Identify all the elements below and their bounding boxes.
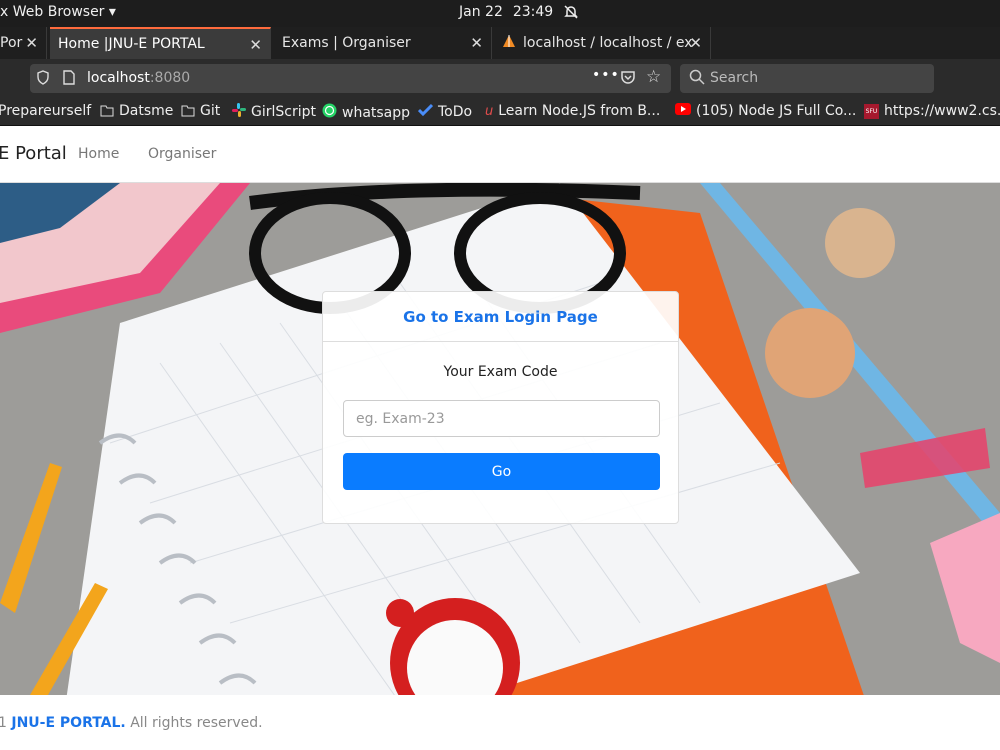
tab-label: Exams | Organiser bbox=[282, 35, 411, 51]
folder-icon bbox=[100, 105, 114, 117]
folder-icon bbox=[181, 105, 195, 117]
tab-label: Por bbox=[0, 35, 23, 51]
tab-strip: Por ✕ Home |JNU-E PORTAL ✕ Exams | Organ… bbox=[0, 27, 1000, 79]
nav-toolbar: localhost:8080 ••• ☆ Search bbox=[0, 59, 1000, 98]
slack-icon bbox=[232, 103, 246, 121]
bookmark-whatsapp[interactable]: whatsapp bbox=[322, 103, 410, 122]
page-icon[interactable] bbox=[63, 70, 75, 89]
url-host: localhost bbox=[87, 70, 150, 86]
footer-brand-link[interactable]: JNU-E PORTAL. bbox=[11, 715, 125, 731]
clock[interactable]: Jan 22 23:49 bbox=[459, 4, 579, 20]
close-icon[interactable]: ✕ bbox=[249, 36, 262, 54]
sail-icon bbox=[501, 34, 517, 52]
tab-exams[interactable]: Exams | Organiser ✕ bbox=[272, 27, 492, 59]
clock-time: 23:49 bbox=[512, 4, 554, 20]
bookmark-label: GirlScript bbox=[251, 104, 316, 120]
copyright-suffix: All rights reserved. bbox=[125, 715, 263, 731]
site-brand[interactable]: E Portal bbox=[0, 143, 67, 164]
url-text[interactable]: localhost:8080 bbox=[87, 70, 190, 86]
shield-icon[interactable] bbox=[37, 70, 49, 89]
youtube-icon bbox=[675, 103, 691, 119]
bookmark-label: Git bbox=[200, 103, 221, 119]
bookmark-node-course[interactable]: (105) Node JS Full Co... bbox=[675, 103, 856, 119]
go-button[interactable]: Go bbox=[343, 453, 660, 490]
search-box[interactable]: Search bbox=[680, 64, 934, 93]
search-placeholder: Search bbox=[710, 70, 759, 86]
exam-login-link[interactable]: Go to Exam Login Page bbox=[403, 308, 598, 326]
udemy-icon: u bbox=[485, 103, 494, 119]
close-icon[interactable]: ✕ bbox=[25, 34, 38, 52]
system-top-bar: x Web Browser ▾ Jan 22 23:49 bbox=[0, 0, 1000, 27]
copyright-prefix: 1 bbox=[0, 715, 7, 731]
tab-label: localhost / localhost / ex bbox=[523, 35, 693, 51]
bookmark-git[interactable]: Git bbox=[181, 103, 220, 119]
exam-login-card: Go to Exam Login Page Your Exam Code Go bbox=[322, 291, 679, 524]
bookmark-label: ToDo bbox=[438, 104, 473, 120]
bookmark-prepareurself[interactable]: Prepareurself bbox=[0, 103, 91, 119]
more-actions-icon[interactable]: ••• bbox=[592, 67, 620, 83]
clock-date: Jan 22 bbox=[459, 4, 503, 20]
exam-code-label: Your Exam Code bbox=[443, 364, 558, 380]
bookmark-label: Prepareurself bbox=[0, 103, 92, 119]
nav-organiser-link[interactable]: Organiser bbox=[148, 146, 216, 162]
whatsapp-icon bbox=[322, 103, 337, 122]
tab-label: Home |JNU-E PORTAL bbox=[58, 36, 205, 52]
search-icon bbox=[689, 69, 705, 89]
card-header: Go to Exam Login Page bbox=[323, 292, 678, 342]
bookmark-datsme[interactable]: Datsme bbox=[100, 103, 173, 119]
copyright-text: 1 JNU-E PORTAL. All rights reserved. bbox=[0, 715, 263, 731]
app-menu[interactable]: x Web Browser ▾ bbox=[0, 4, 116, 20]
bookmark-learn-node[interactable]: u Learn Node.JS from B... bbox=[485, 103, 660, 119]
notifications-muted-icon bbox=[564, 5, 579, 19]
url-port: :8080 bbox=[149, 70, 191, 86]
close-icon[interactable]: ✕ bbox=[689, 34, 702, 52]
bookmark-girlscript[interactable]: GirlScript bbox=[232, 103, 316, 121]
exam-code-input[interactable] bbox=[343, 400, 660, 437]
pocket-icon[interactable] bbox=[620, 70, 636, 89]
close-icon[interactable]: ✕ bbox=[470, 34, 483, 52]
bookmark-label: Datsme bbox=[119, 103, 174, 119]
bookmark-sfu[interactable]: SFU https://www2.cs.s bbox=[864, 103, 1000, 119]
sfu-icon: SFU bbox=[864, 103, 879, 119]
site-navbar: E Portal Home Organiser bbox=[0, 127, 1000, 183]
bookmarks-bar: Prepareurself Datsme Git GirlScript what… bbox=[0, 98, 1000, 126]
tab-1[interactable]: Por ✕ bbox=[0, 27, 47, 59]
bookmark-label: https://www2.cs.s bbox=[884, 103, 1000, 119]
nav-home-link[interactable]: Home bbox=[78, 146, 119, 162]
todo-check-icon bbox=[417, 103, 434, 121]
site-footer: 1 JNU-E PORTAL. All rights reserved. bbox=[0, 695, 1000, 750]
bookmark-label: (105) Node JS Full Co... bbox=[696, 103, 857, 119]
bookmark-label: whatsapp bbox=[342, 104, 411, 121]
star-icon[interactable]: ☆ bbox=[646, 67, 661, 87]
tab-home[interactable]: Home |JNU-E PORTAL ✕ bbox=[50, 27, 271, 59]
tab-phpmyadmin[interactable]: localhost / localhost / ex ✕ bbox=[493, 27, 711, 59]
bookmark-todo[interactable]: ToDo bbox=[417, 103, 473, 121]
url-bar[interactable]: localhost:8080 ••• ☆ bbox=[30, 64, 671, 93]
bookmark-label: Learn Node.JS from B... bbox=[498, 103, 661, 119]
